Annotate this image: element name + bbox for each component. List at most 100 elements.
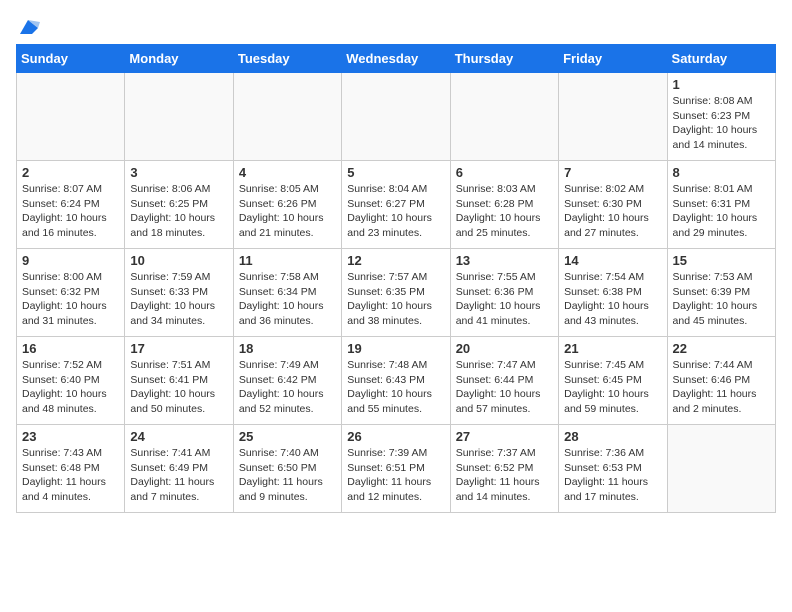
- day-number: 25: [239, 429, 336, 444]
- calendar-header-wednesday: Wednesday: [342, 45, 450, 73]
- day-info: Sunrise: 7:47 AM Sunset: 6:44 PM Dayligh…: [456, 358, 553, 417]
- calendar-cell: 13Sunrise: 7:55 AM Sunset: 6:36 PM Dayli…: [450, 249, 558, 337]
- calendar-cell: [450, 73, 558, 161]
- calendar-cell: 23 Sunrise: 7:43 AM Sunset: 6:48 PM Dayli…: [17, 425, 125, 513]
- calendar-cell: 10 Sunrise: 7:59 AM Sunset: 6:33 PM Dayli…: [125, 249, 233, 337]
- day-info: Sunrise: 7:57 AM Sunset: 6:35 PM Dayligh…: [347, 270, 444, 329]
- calendar-cell: [233, 73, 341, 161]
- day-info: Sunrise: 8:05 AM Sunset: 6:26 PM Dayligh…: [239, 182, 336, 241]
- day-number: 14: [564, 253, 661, 268]
- day-info: Sunrise: 7:45 AM Sunset: 6:45 PM Dayligh…: [564, 358, 661, 417]
- day-number: 23: [22, 429, 119, 444]
- calendar-cell: 26 Sunrise: 7:39 AM Sunset: 6:51 PM Dayli…: [342, 425, 450, 513]
- calendar-header-thursday: Thursday: [450, 45, 558, 73]
- day-number: 10: [130, 253, 227, 268]
- calendar-cell: 1 Sunrise: 8:08 AM Sunset: 6:23 PM Daylig…: [667, 73, 775, 161]
- day-number: 16: [22, 341, 119, 356]
- calendar-cell: [125, 73, 233, 161]
- calendar-cell: 24 Sunrise: 7:41 AM Sunset: 6:49 PM Dayli…: [125, 425, 233, 513]
- calendar-week-row: 2 Sunrise: 8:07 AM Sunset: 6:24 PM Daylig…: [17, 161, 776, 249]
- logo: [16, 16, 40, 32]
- day-number: 22: [673, 341, 770, 356]
- day-info: Sunrise: 8:06 AM Sunset: 6:25 PM Dayligh…: [130, 182, 227, 241]
- day-info: Sunrise: 7:54 AM Sunset: 6:38 PM Dayligh…: [564, 270, 661, 329]
- day-info: Sunrise: 7:53 AM Sunset: 6:39 PM Dayligh…: [673, 270, 770, 329]
- day-number: 21: [564, 341, 661, 356]
- calendar-cell: 2 Sunrise: 8:07 AM Sunset: 6:24 PM Daylig…: [17, 161, 125, 249]
- calendar-header-monday: Monday: [125, 45, 233, 73]
- day-info: Sunrise: 8:08 AM Sunset: 6:23 PM Dayligh…: [673, 94, 770, 153]
- day-info: Sunrise: 7:58 AM Sunset: 6:34 PM Dayligh…: [239, 270, 336, 329]
- day-number: 15: [673, 253, 770, 268]
- day-info: Sunrise: 7:41 AM Sunset: 6:49 PM Dayligh…: [130, 446, 227, 505]
- logo-icon: [18, 18, 40, 36]
- calendar-week-row: 16 Sunrise: 7:52 AM Sunset: 6:40 PM Dayli…: [17, 337, 776, 425]
- day-number: 9: [22, 253, 119, 268]
- calendar-cell: 18 Sunrise: 7:49 AM Sunset: 6:42 PM Dayli…: [233, 337, 341, 425]
- day-info: Sunrise: 7:36 AM Sunset: 6:53 PM Dayligh…: [564, 446, 661, 505]
- day-number: 11: [239, 253, 336, 268]
- day-number: 18: [239, 341, 336, 356]
- day-info: Sunrise: 7:48 AM Sunset: 6:43 PM Dayligh…: [347, 358, 444, 417]
- day-info: Sunrise: 8:04 AM Sunset: 6:27 PM Dayligh…: [347, 182, 444, 241]
- day-number: 3: [130, 165, 227, 180]
- day-info: Sunrise: 8:01 AM Sunset: 6:31 PM Dayligh…: [673, 182, 770, 241]
- calendar-cell: 20 Sunrise: 7:47 AM Sunset: 6:44 PM Dayli…: [450, 337, 558, 425]
- calendar-cell: 14 Sunrise: 7:54 AM Sunset: 6:38 PM Dayli…: [559, 249, 667, 337]
- day-info: Sunrise: 7:52 AM Sunset: 6:40 PM Dayligh…: [22, 358, 119, 417]
- calendar-week-row: 23 Sunrise: 7:43 AM Sunset: 6:48 PM Dayli…: [17, 425, 776, 513]
- calendar-cell: 21 Sunrise: 7:45 AM Sunset: 6:45 PM Dayli…: [559, 337, 667, 425]
- day-info: Sunrise: 7:44 AM Sunset: 6:46 PM Dayligh…: [673, 358, 770, 417]
- calendar-cell: 9 Sunrise: 8:00 AM Sunset: 6:32 PM Daylig…: [17, 249, 125, 337]
- day-info: Sunrise: 7:39 AM Sunset: 6:51 PM Dayligh…: [347, 446, 444, 505]
- calendar-week-row: 1 Sunrise: 8:08 AM Sunset: 6:23 PM Daylig…: [17, 73, 776, 161]
- day-number: 2: [22, 165, 119, 180]
- day-number: 24: [130, 429, 227, 444]
- day-info: Sunrise: 7:43 AM Sunset: 6:48 PM Dayligh…: [22, 446, 119, 505]
- calendar-cell: 25 Sunrise: 7:40 AM Sunset: 6:50 PM Dayli…: [233, 425, 341, 513]
- day-number: 5: [347, 165, 444, 180]
- calendar-week-row: 9 Sunrise: 8:00 AM Sunset: 6:32 PM Daylig…: [17, 249, 776, 337]
- day-number: 19: [347, 341, 444, 356]
- day-info: Sunrise: 8:00 AM Sunset: 6:32 PM Dayligh…: [22, 270, 119, 329]
- calendar-cell: [342, 73, 450, 161]
- calendar-cell: 19 Sunrise: 7:48 AM Sunset: 6:43 PM Dayli…: [342, 337, 450, 425]
- calendar-header-friday: Friday: [559, 45, 667, 73]
- calendar-cell: 17 Sunrise: 7:51 AM Sunset: 6:41 PM Dayli…: [125, 337, 233, 425]
- day-number: 1: [673, 77, 770, 92]
- calendar-cell: 11 Sunrise: 7:58 AM Sunset: 6:34 PM Dayli…: [233, 249, 341, 337]
- day-info: Sunrise: 8:03 AM Sunset: 6:28 PM Dayligh…: [456, 182, 553, 241]
- calendar-header-row: SundayMondayTuesdayWednesdayThursdayFrid…: [17, 45, 776, 73]
- day-info: Sunrise: 7:55 AM Sunset: 6:36 PM Dayligh…: [456, 270, 553, 329]
- day-number: 26: [347, 429, 444, 444]
- day-info: Sunrise: 7:59 AM Sunset: 6:33 PM Dayligh…: [130, 270, 227, 329]
- day-number: 17: [130, 341, 227, 356]
- day-info: Sunrise: 7:51 AM Sunset: 6:41 PM Dayligh…: [130, 358, 227, 417]
- day-number: 7: [564, 165, 661, 180]
- day-number: 6: [456, 165, 553, 180]
- calendar-cell: 3 Sunrise: 8:06 AM Sunset: 6:25 PM Daylig…: [125, 161, 233, 249]
- calendar-header-saturday: Saturday: [667, 45, 775, 73]
- calendar-cell: 6 Sunrise: 8:03 AM Sunset: 6:28 PM Daylig…: [450, 161, 558, 249]
- calendar-cell: 28 Sunrise: 7:36 AM Sunset: 6:53 PM Dayli…: [559, 425, 667, 513]
- day-info: Sunrise: 7:49 AM Sunset: 6:42 PM Dayligh…: [239, 358, 336, 417]
- day-number: 27: [456, 429, 553, 444]
- day-number: 4: [239, 165, 336, 180]
- day-info: Sunrise: 8:07 AM Sunset: 6:24 PM Dayligh…: [22, 182, 119, 241]
- day-number: 20: [456, 341, 553, 356]
- calendar-cell: 15 Sunrise: 7:53 AM Sunset: 6:39 PM Dayli…: [667, 249, 775, 337]
- page-header: [16, 16, 776, 32]
- calendar-cell: 16 Sunrise: 7:52 AM Sunset: 6:40 PM Dayli…: [17, 337, 125, 425]
- calendar-cell: [559, 73, 667, 161]
- calendar-cell: 7 Sunrise: 8:02 AM Sunset: 6:30 PM Daylig…: [559, 161, 667, 249]
- day-info: Sunrise: 7:40 AM Sunset: 6:50 PM Dayligh…: [239, 446, 336, 505]
- calendar-cell: 27Sunrise: 7:37 AM Sunset: 6:52 PM Dayli…: [450, 425, 558, 513]
- calendar-cell: [17, 73, 125, 161]
- day-number: 28: [564, 429, 661, 444]
- day-number: 12: [347, 253, 444, 268]
- day-info: Sunrise: 8:02 AM Sunset: 6:30 PM Dayligh…: [564, 182, 661, 241]
- calendar-cell: 12 Sunrise: 7:57 AM Sunset: 6:35 PM Dayli…: [342, 249, 450, 337]
- calendar-cell: 4 Sunrise: 8:05 AM Sunset: 6:26 PM Daylig…: [233, 161, 341, 249]
- calendar-table: SundayMondayTuesdayWednesdayThursdayFrid…: [16, 44, 776, 513]
- calendar-cell: 5 Sunrise: 8:04 AM Sunset: 6:27 PM Daylig…: [342, 161, 450, 249]
